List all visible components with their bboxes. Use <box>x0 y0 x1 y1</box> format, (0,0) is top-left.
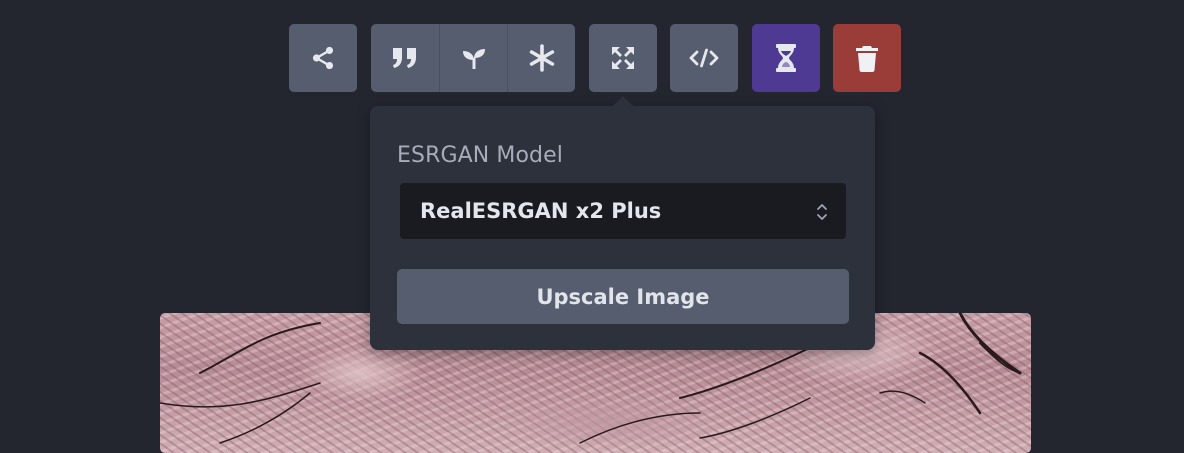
quote-icon <box>393 48 416 68</box>
share-button[interactable] <box>289 24 357 92</box>
expand-button[interactable] <box>589 24 657 92</box>
hourglass-button[interactable] <box>752 24 820 92</box>
expand-icon <box>612 47 634 69</box>
model-select[interactable]: RealESRGAN x2 Plus <box>400 183 846 239</box>
asterisk-button[interactable] <box>507 24 575 92</box>
delete-button[interactable] <box>833 24 901 92</box>
sprout-icon <box>462 49 485 69</box>
code-icon <box>689 48 719 68</box>
share-icon <box>312 46 334 70</box>
quote-button[interactable] <box>371 24 439 92</box>
select-chevron-icon <box>817 204 827 220</box>
code-button[interactable] <box>670 24 738 92</box>
popover-arrow <box>613 96 633 106</box>
asterisk-icon <box>529 44 554 72</box>
upscale-popover: ESRGAN Model RealESRGAN x2 Plus Upscale … <box>370 106 875 350</box>
model-select-value: RealESRGAN x2 Plus <box>420 199 662 223</box>
model-label: ESRGAN Model <box>397 143 563 168</box>
trash-icon <box>856 46 878 72</box>
hourglass-icon <box>776 44 796 72</box>
upscale-image-button[interactable]: Upscale Image <box>397 269 849 324</box>
sprout-button[interactable] <box>439 24 507 92</box>
